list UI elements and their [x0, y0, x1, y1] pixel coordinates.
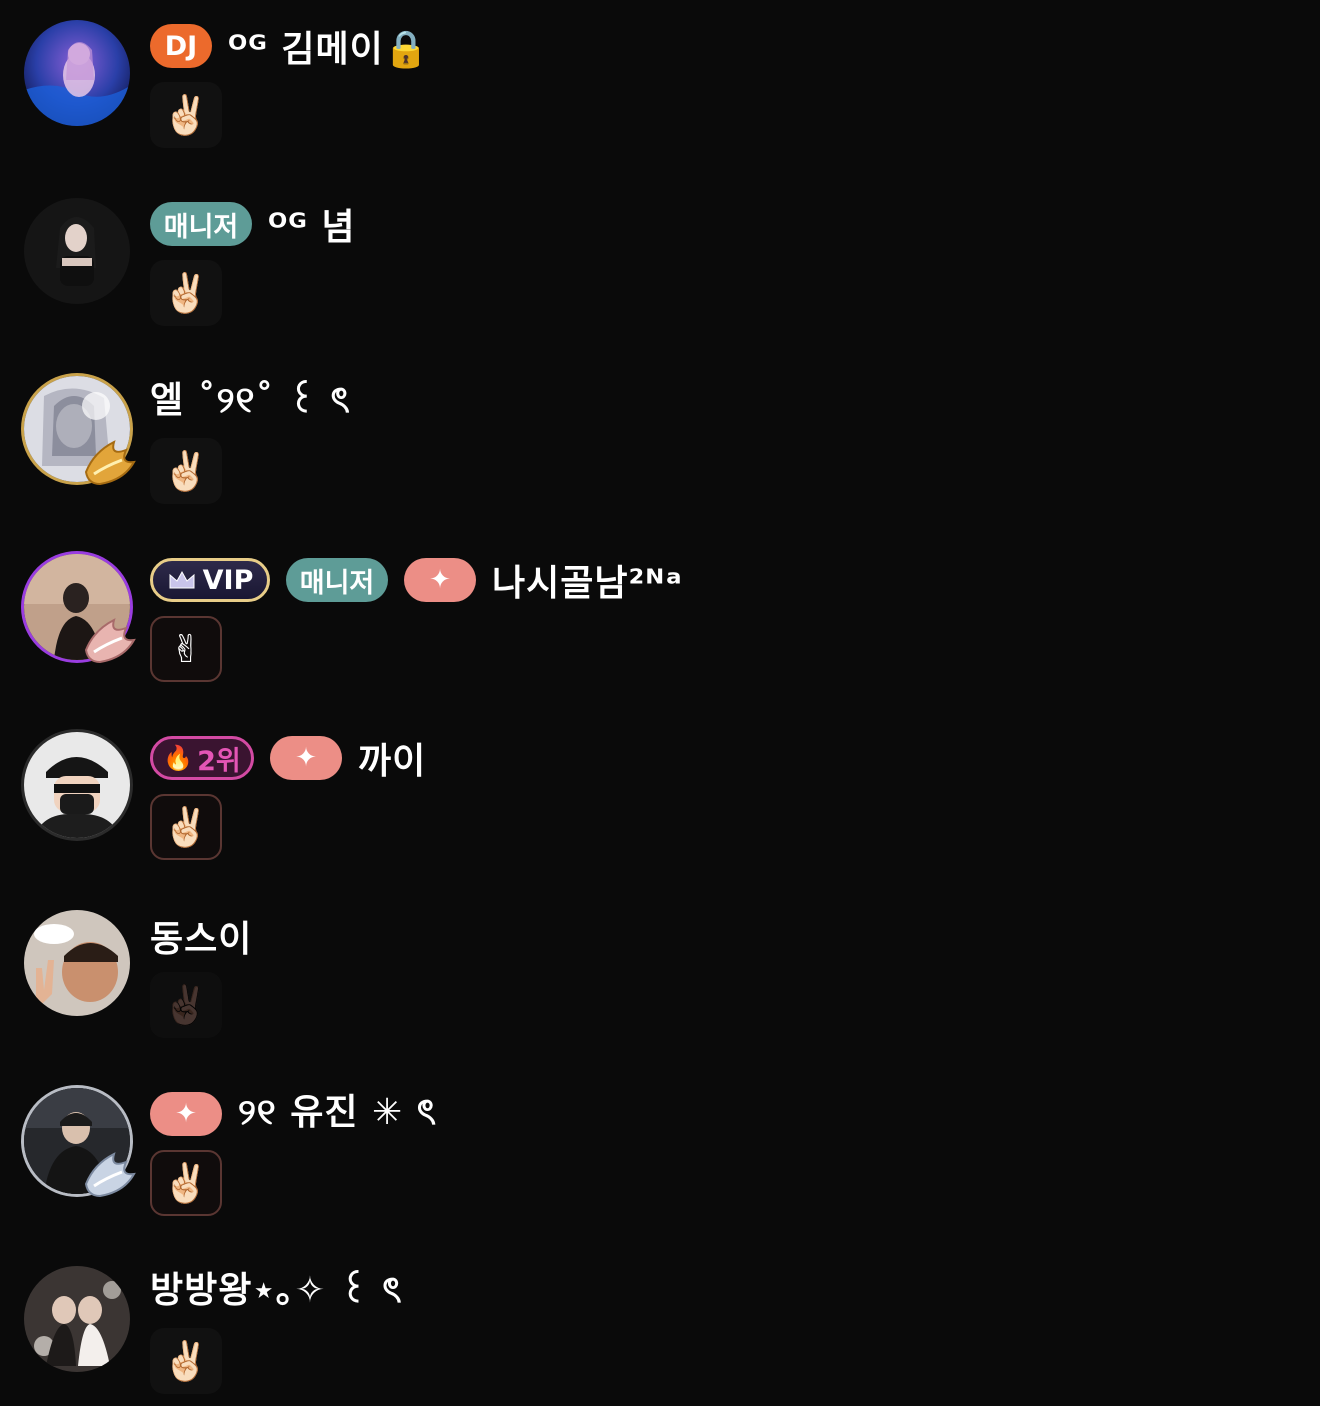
member-row[interactable]: 엘 ˚୨୧˚ ꒰ ৎ ✌🏻 — [0, 356, 1320, 516]
avatar[interactable] — [24, 1266, 130, 1372]
username[interactable]: ᴼᴳ 김메이🔒 — [228, 20, 430, 72]
avatar[interactable] — [24, 554, 136, 664]
member-row[interactable]: 방방왕⋆｡✧ ꒰ ৎ ✌🏻 — [0, 1246, 1320, 1406]
avatar[interactable] — [24, 198, 130, 304]
member-row[interactable]: ✦ ୨୧ 유진 ✳ ৎ ✌🏻 — [0, 1068, 1320, 1228]
name-line: 동스이 — [150, 912, 252, 960]
peace-hand-icon: ✌🏿 — [162, 982, 210, 1027]
avatar[interactable] — [24, 376, 136, 486]
name-line: ✦ ୨୧ 유진 ✳ ৎ — [150, 1090, 437, 1138]
peace-hand-icon: ✌🏻 — [162, 92, 210, 137]
crown-icon — [169, 570, 195, 589]
avatar-image — [24, 732, 130, 838]
avatar-image — [24, 1266, 130, 1372]
fire-icon: 🔥 — [163, 744, 194, 772]
avatar-image — [24, 20, 130, 126]
member-row[interactable]: 🔥 2위 ✦ 까이 ✌🏻 — [0, 712, 1320, 872]
member-row[interactable]: DJ ᴼᴳ 김메이🔒 ✌🏻 — [0, 0, 1320, 160]
rank-label: 2위 — [197, 745, 241, 777]
peace-reaction[interactable]: ✌🏻 — [150, 794, 222, 860]
peace-reaction[interactable]: ✌ — [150, 616, 222, 682]
avatar-image — [24, 198, 130, 304]
peace-reaction[interactable]: ✌🏻 — [150, 1328, 222, 1394]
avatar[interactable] — [24, 732, 130, 838]
peace-hand-icon: ✌🏻 — [162, 1338, 210, 1383]
vip-badge[interactable]: VIP — [150, 558, 270, 602]
username[interactable]: 나시골남²ᴺᵃ — [492, 554, 683, 606]
peace-hand-icon: ✌🏻 — [162, 1160, 210, 1205]
username[interactable]: 엘 ˚୨୧˚ ꒰ ৎ — [150, 371, 351, 433]
username[interactable]: ୨୧ 유진 ✳ ৎ — [238, 1083, 437, 1145]
sparkle-badge[interactable]: ✦ — [404, 558, 476, 602]
sparkle-badge[interactable]: ✦ — [270, 736, 342, 780]
gold-wings-icon — [84, 440, 136, 486]
member-row[interactable]: 동스이 ✌🏿 — [0, 890, 1320, 1050]
avatar[interactable] — [24, 20, 130, 126]
pink-wings-icon — [84, 618, 136, 664]
manager-badge[interactable]: 매니저 — [150, 202, 252, 246]
avatar[interactable] — [24, 1088, 136, 1198]
username[interactable]: ᴼᴳ 념 — [268, 198, 356, 250]
name-line: 방방왕⋆｡✧ ꒰ ৎ — [150, 1268, 403, 1316]
peace-reaction[interactable]: ✌🏿 — [150, 972, 222, 1038]
rank-badge[interactable]: 🔥 2위 — [150, 736, 254, 780]
avatar[interactable] — [24, 910, 130, 1016]
member-row[interactable]: 매니저 ᴼᴳ 념 ✌🏻 — [0, 178, 1320, 338]
name-line: 매니저 ᴼᴳ 념 — [150, 200, 356, 248]
name-line: VIP 매니저 ✦ 나시골남²ᴺᵃ — [150, 556, 683, 604]
username[interactable]: 방방왕⋆｡✧ ꒰ ৎ — [150, 1261, 403, 1323]
name-line: DJ ᴼᴳ 김메이🔒 — [150, 22, 430, 70]
member-row[interactable]: VIP 매니저 ✦ 나시골남²ᴺᵃ ✌ — [0, 534, 1320, 694]
name-line: 엘 ˚୨୧˚ ꒰ ৎ — [150, 378, 351, 426]
peace-reaction[interactable]: ✌🏻 — [150, 1150, 222, 1216]
peace-hand-icon: ✌🏻 — [162, 270, 210, 315]
sparkle-badge[interactable]: ✦ — [150, 1092, 222, 1136]
name-line: 🔥 2위 ✦ 까이 — [150, 734, 426, 782]
username[interactable]: 동스이 — [150, 910, 252, 962]
peace-reaction[interactable]: ✌🏻 — [150, 260, 222, 326]
peace-hand-icon: ✌ — [170, 627, 202, 671]
manager-badge[interactable]: 매니저 — [286, 558, 388, 602]
avatar-image — [24, 910, 130, 1016]
silver-wings-icon — [84, 1152, 136, 1198]
peace-hand-icon: ✌🏻 — [162, 804, 210, 849]
peace-hand-icon: ✌🏻 — [162, 448, 210, 493]
username[interactable]: 까이 — [358, 732, 426, 784]
dj-badge[interactable]: DJ — [150, 24, 212, 68]
peace-reaction[interactable]: ✌🏻 — [150, 82, 222, 148]
vip-label: VIP — [202, 564, 254, 596]
peace-reaction[interactable]: ✌🏻 — [150, 438, 222, 504]
